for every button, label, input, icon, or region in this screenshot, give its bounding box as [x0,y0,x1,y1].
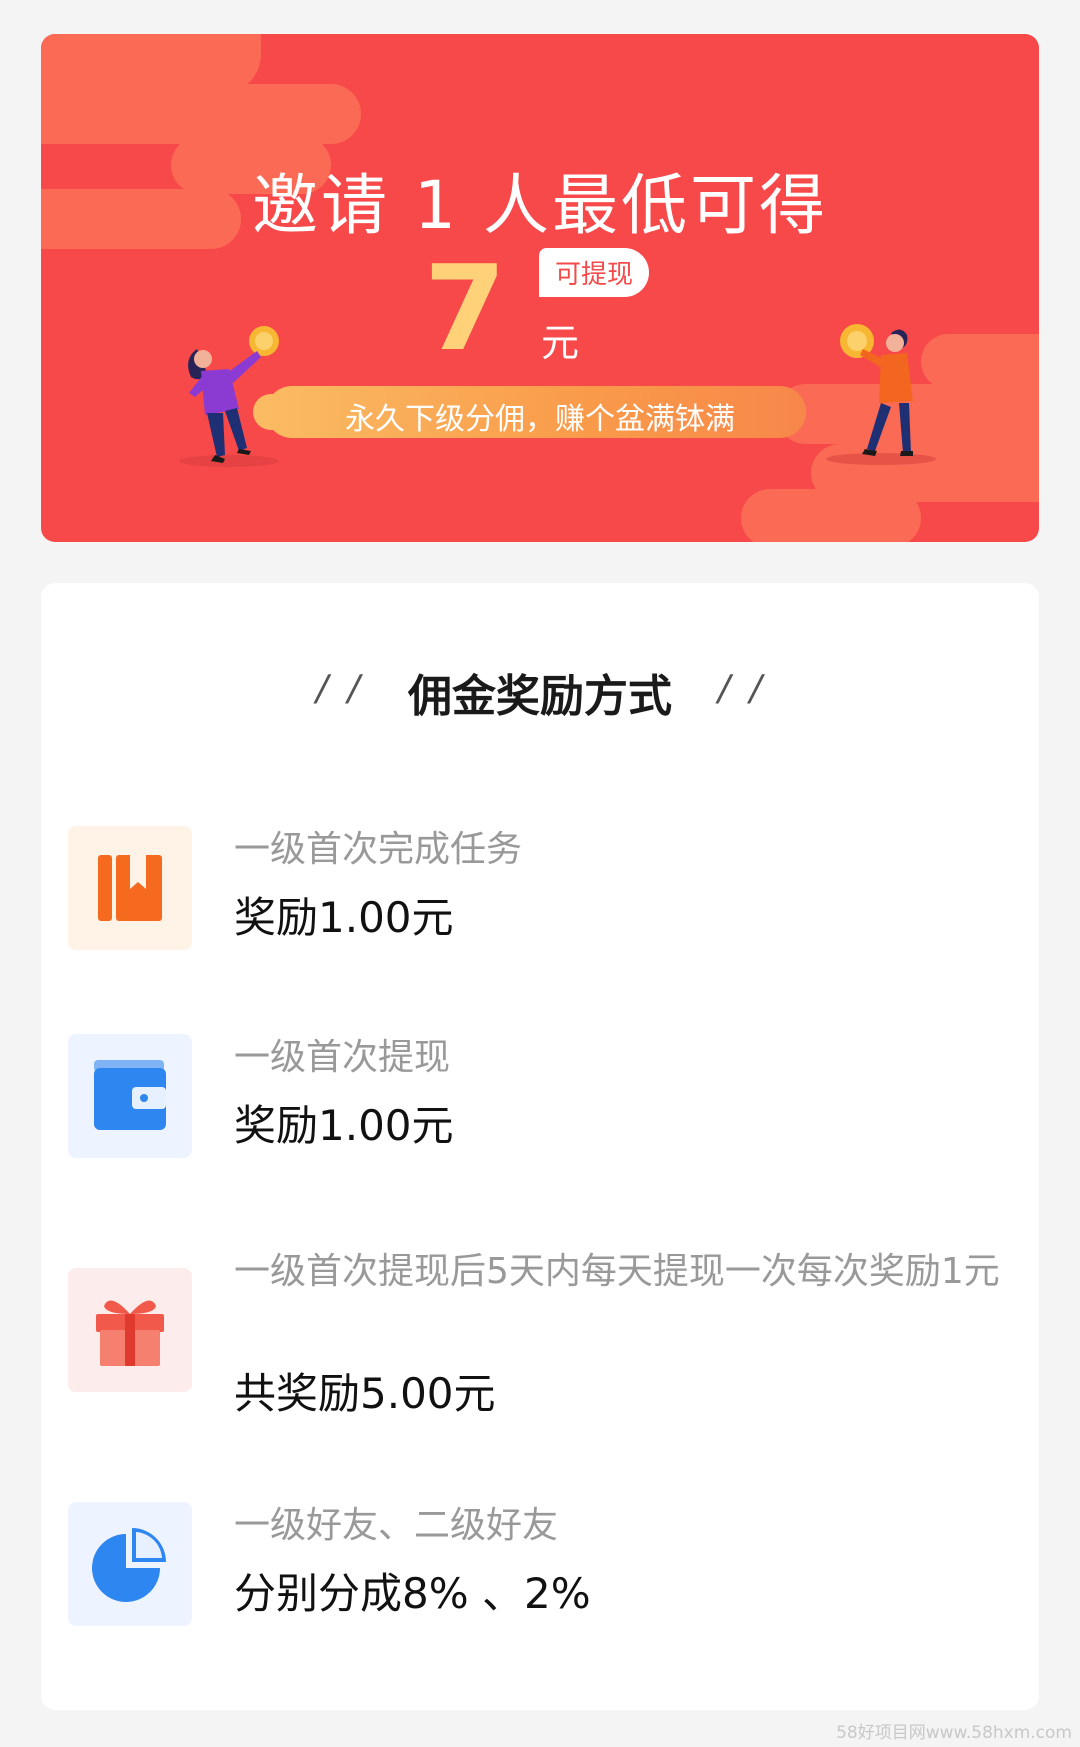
reward-amount: 7 [424,239,507,377]
reward-label: 一级首次提现 [234,1037,451,1078]
reward-item: 一级首次提现后5天内每天提现一次每次奖励1元 共奖励5.00元 [68,1251,1008,1428]
reward-item: 一级首次提现 奖励1.00元 [68,1034,1008,1164]
reward-item: 一级好友、二级好友 分别分成8% 、2% [68,1502,1008,1632]
wallet-icon [68,1034,192,1158]
book-icon [68,826,192,950]
pie-chart-icon [68,1502,192,1626]
woman-with-coin-figure [179,326,279,467]
reward-label: 一级首次提现后5天内每天提现一次每次奖励1元 [234,1251,1000,1292]
watermark: 58好项目网www.58hxm.com [836,1723,1072,1743]
banner-title: 邀请 1 人最低可得 [252,167,828,244]
reward-label: 一级好友、二级好友 [234,1505,559,1546]
reward-item: 一级首次完成任务 奖励1.00元 [68,826,1008,956]
cloud-decoration [41,84,361,144]
reward-label: 一级首次完成任务 [234,829,523,870]
reward-value: 分别分成8% 、2% [234,1569,591,1618]
cloud-decoration [741,489,921,542]
man-with-coin-figure [826,324,936,465]
gift-icon [68,1268,192,1392]
reward-value: 奖励1.00元 [234,1101,454,1150]
reward-value: 共奖励5.00元 [234,1369,496,1418]
amount-unit: 元 [541,321,580,365]
reward-value: 奖励1.00元 [234,893,454,942]
section-title: 佣金奖励方式 [408,671,672,722]
invite-page: 邀请 1 人最低可得 7 可提现 元 永久下级分佣，赚个盆满钵满 / / 佣金奖… [0,0,1080,1747]
withdraw-tag: 可提现 [539,248,650,297]
invite-banner[interactable]: 邀请 1 人最低可得 7 可提现 元 永久下级分佣，赚个盆满钵满 [41,34,1039,542]
title-quote-right: / / [718,668,766,709]
